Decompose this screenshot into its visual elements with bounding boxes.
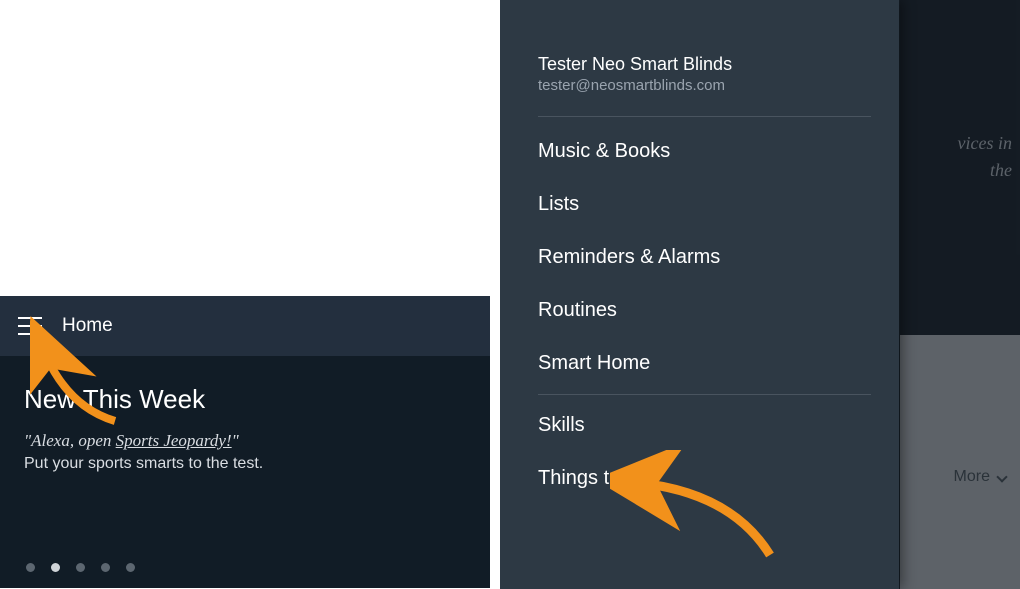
quote-link[interactable]: Sports Jeopardy! bbox=[116, 431, 232, 450]
carousel-dot[interactable] bbox=[51, 563, 60, 572]
menu-item-routines[interactable]: Routines bbox=[538, 284, 871, 337]
carousel-dot[interactable] bbox=[101, 563, 110, 572]
card-heading: New This Week bbox=[24, 384, 466, 415]
hamburger-menu-icon[interactable] bbox=[18, 317, 42, 335]
menu-item-lists[interactable]: Lists bbox=[538, 178, 871, 231]
dimmed-background: vices in the More bbox=[900, 0, 1020, 589]
menu-item-reminders-alarms[interactable]: Reminders & Alarms bbox=[538, 231, 871, 284]
new-this-week-card[interactable]: New This Week "Alexa, open Sports Jeopar… bbox=[0, 356, 490, 473]
card-quote: "Alexa, open Sports Jeopardy!" bbox=[24, 431, 466, 451]
quote-suffix: " bbox=[232, 431, 239, 450]
divider bbox=[538, 116, 871, 117]
divider bbox=[538, 394, 871, 395]
carousel-dot[interactable] bbox=[126, 563, 135, 572]
drawer-screen: vices in the More Tester Neo Smart Blind… bbox=[500, 0, 1020, 589]
card-subtext: Put your sports smarts to the test. bbox=[24, 455, 466, 473]
carousel-dot[interactable] bbox=[26, 563, 35, 572]
carousel-dots[interactable] bbox=[26, 563, 135, 572]
menu-item-music-books[interactable]: Music & Books bbox=[538, 125, 871, 178]
menu-item-things-to-try[interactable]: Things to Try bbox=[538, 452, 871, 505]
home-screen: Home New This Week "Alexa, open Sports J… bbox=[0, 296, 490, 588]
menu-item-skills[interactable]: Skills bbox=[538, 399, 871, 452]
quote-prefix: "Alexa, open bbox=[24, 431, 116, 450]
menu-item-smart-home[interactable]: Smart Home bbox=[538, 337, 871, 390]
account-name: Tester Neo Smart Blinds bbox=[538, 54, 871, 75]
home-topbar: Home bbox=[0, 296, 490, 356]
account-email: tester@neosmartblinds.com bbox=[538, 77, 871, 94]
scrim[interactable] bbox=[900, 0, 1020, 589]
side-drawer: Tester Neo Smart Blinds tester@neosmartb… bbox=[500, 0, 899, 589]
page-title: Home bbox=[62, 315, 113, 337]
carousel-dot[interactable] bbox=[76, 563, 85, 572]
